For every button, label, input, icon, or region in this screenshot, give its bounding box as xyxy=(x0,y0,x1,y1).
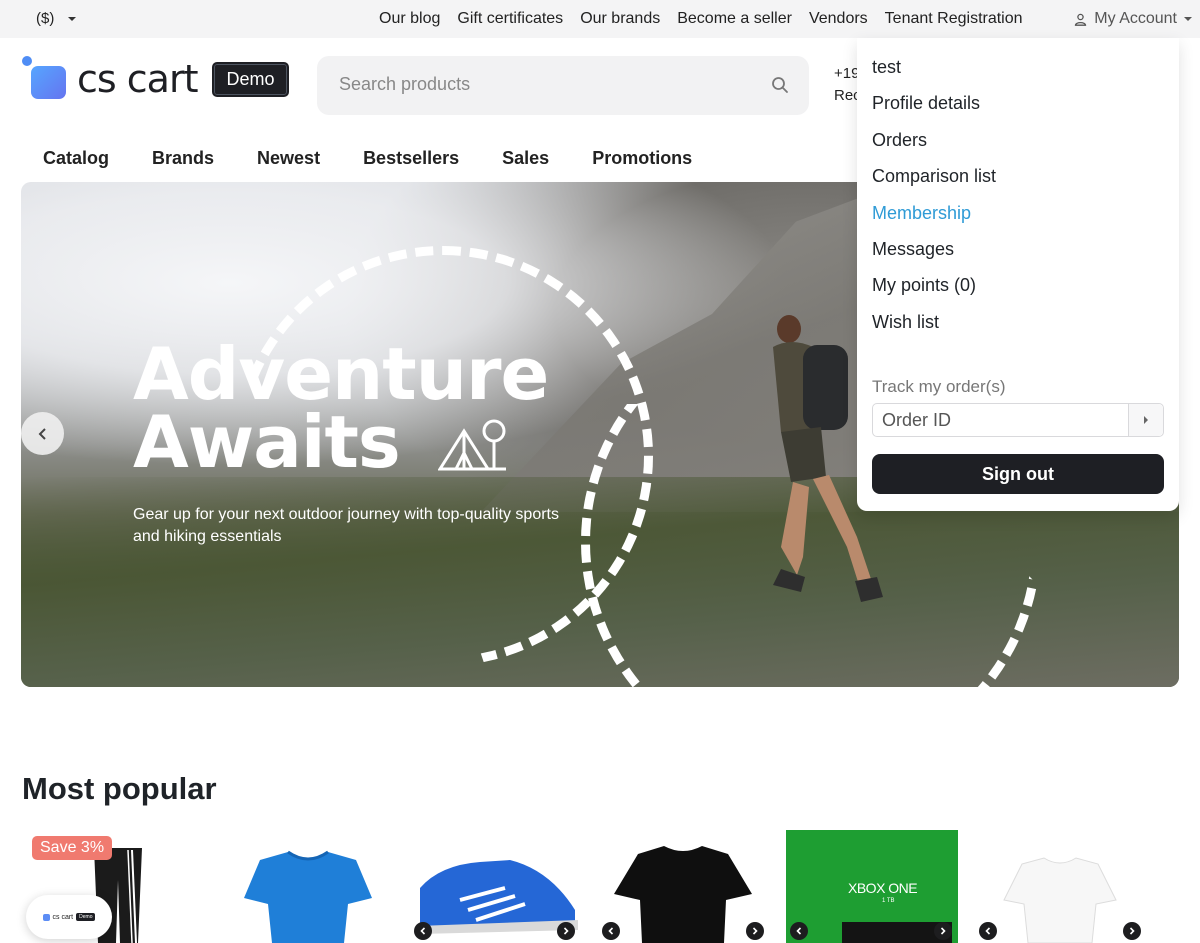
sign-out-button[interactable]: Sign out xyxy=(872,454,1164,494)
product-prev-button[interactable] xyxy=(979,922,997,940)
nav-catalog[interactable]: Catalog xyxy=(43,148,109,169)
banner-subtitle: Gear up for your next outdoor journey wi… xyxy=(133,506,559,545)
product-next-button[interactable] xyxy=(1123,922,1141,940)
chevron-right-icon xyxy=(1129,927,1135,935)
search-icon[interactable] xyxy=(771,76,789,94)
search-input[interactable] xyxy=(339,74,739,95)
product-next-button[interactable] xyxy=(557,922,575,940)
banner-title: Adventure Awaits xyxy=(133,338,549,478)
nav-promotions[interactable]: Promotions xyxy=(592,148,692,169)
product-carousel: XBOX ONE 1 TB xyxy=(0,830,1200,943)
nav-bestsellers[interactable]: Bestsellers xyxy=(363,148,459,169)
menu-item-messages[interactable]: Messages xyxy=(872,238,996,274)
menu-item-comparison-list[interactable]: Comparison list xyxy=(872,165,996,201)
account-dropdown: test Profile details Orders Comparison l… xyxy=(857,38,1179,511)
menu-item-orders[interactable]: Orders xyxy=(872,129,996,165)
banner-title-line2: Awaits xyxy=(133,400,401,484)
order-id-field xyxy=(872,403,1164,437)
most-popular-title: Most popular xyxy=(22,771,217,806)
banner-prev-button[interactable] xyxy=(21,412,64,455)
link-tenant-registration[interactable]: Tenant Registration xyxy=(885,10,1023,28)
save-badge: Save 3% xyxy=(32,836,113,860)
link-vendors[interactable]: Vendors xyxy=(809,10,868,28)
top-bar: ($) Our blog Gift certificates Our brand… xyxy=(0,0,1200,38)
order-id-input[interactable] xyxy=(882,410,1122,431)
product-next-button[interactable] xyxy=(934,922,952,940)
nav-sales[interactable]: Sales xyxy=(502,148,549,169)
xbox-capacity: 1 TB xyxy=(882,898,895,904)
product-blue-tshirt[interactable] xyxy=(238,830,378,943)
chevron-right-icon xyxy=(563,927,569,935)
my-account-label: My Account xyxy=(1094,10,1177,27)
chevron-right-icon xyxy=(752,927,758,935)
product-black-tshirt[interactable] xyxy=(608,830,758,943)
logo-text: cs cart xyxy=(77,57,198,101)
xbox-logo: XBOX ONE xyxy=(848,880,918,896)
tent-icon xyxy=(437,419,506,471)
currency-selector[interactable]: ($) xyxy=(36,10,77,27)
nav-brands[interactable]: Brands xyxy=(152,148,214,169)
product-prev-button[interactable] xyxy=(602,922,620,940)
menu-item-membership[interactable]: Membership xyxy=(872,202,996,238)
logo-mark-icon xyxy=(42,913,50,921)
chevron-down-icon xyxy=(68,16,77,21)
chevron-down-icon xyxy=(1184,17,1192,21)
menu-item-my-points[interactable]: My points (0) xyxy=(872,274,996,310)
menu-item-user[interactable]: test xyxy=(872,56,996,92)
mini-demo-badge: Demo xyxy=(76,913,96,921)
product-prev-button[interactable] xyxy=(790,922,808,940)
search-bar xyxy=(317,56,809,115)
menu-item-wish-list[interactable]: Wish list xyxy=(872,311,996,347)
product-xbox-one[interactable]: XBOX ONE 1 TB xyxy=(786,830,958,943)
link-gift-certificates[interactable]: Gift certificates xyxy=(457,10,563,28)
logo-mark-icon xyxy=(22,56,68,102)
my-account-button[interactable]: My Account xyxy=(1074,10,1192,28)
link-our-blog[interactable]: Our blog xyxy=(379,10,440,28)
link-our-brands[interactable]: Our brands xyxy=(580,10,660,28)
chevron-left-icon xyxy=(38,427,46,440)
chevron-left-icon xyxy=(796,927,802,935)
currency-label: ($) xyxy=(36,10,55,27)
nav-newest[interactable]: Newest xyxy=(257,148,320,169)
mini-logo-text: cs cart xyxy=(52,913,74,921)
main-nav: Catalog Brands Newest Bestsellers Sales … xyxy=(43,148,692,169)
chevron-right-icon xyxy=(940,927,946,935)
chevron-left-icon xyxy=(985,927,991,935)
link-become-seller[interactable]: Become a seller xyxy=(677,10,792,28)
track-order-submit[interactable] xyxy=(1128,404,1163,436)
track-order-label: Track my order(s) xyxy=(872,377,1006,396)
user-icon xyxy=(1075,13,1087,26)
floating-logo-button[interactable]: cs cart Demo xyxy=(26,895,112,939)
demo-badge: Demo xyxy=(212,61,289,97)
product-prev-button[interactable] xyxy=(414,922,432,940)
chevron-left-icon xyxy=(608,927,614,935)
menu-item-profile-details[interactable]: Profile details xyxy=(872,92,996,128)
product-next-button[interactable] xyxy=(746,922,764,940)
chevron-left-icon xyxy=(420,927,426,935)
logo[interactable]: cs cart Demo xyxy=(22,56,289,102)
top-links: Our blog Gift certificates Our brands Be… xyxy=(379,10,1023,28)
product-white-tshirt[interactable] xyxy=(1000,830,1120,943)
account-menu: test Profile details Orders Comparison l… xyxy=(872,56,996,347)
chevron-right-icon xyxy=(1144,416,1148,424)
